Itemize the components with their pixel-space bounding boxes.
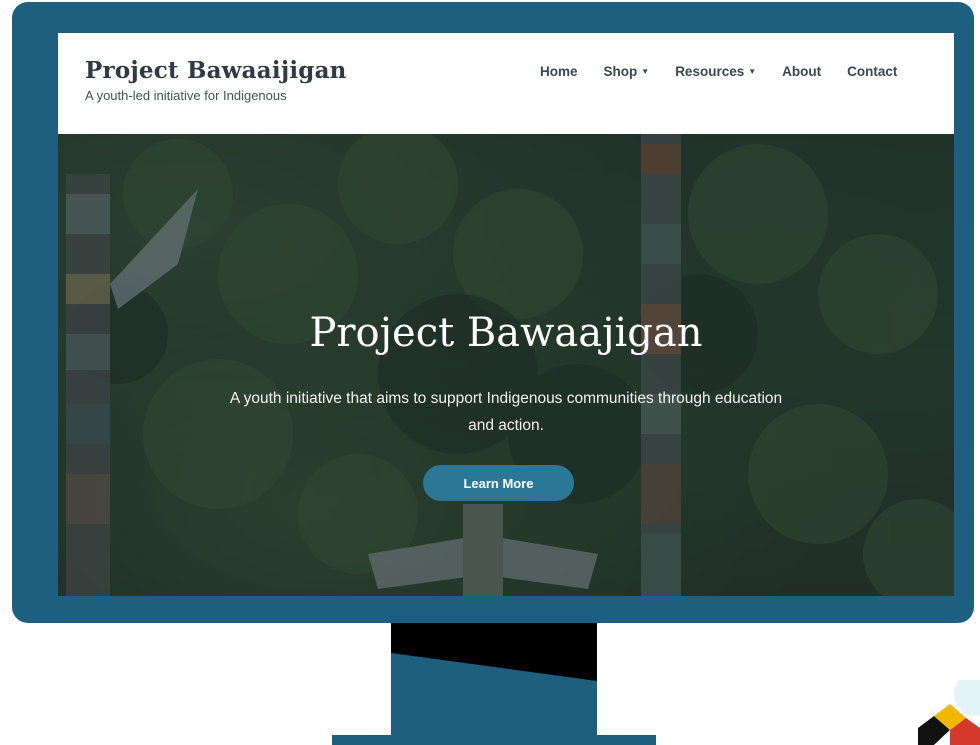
hero-overlay [58,134,954,596]
chevron-down-icon: ▼ [748,66,757,76]
site-title[interactable]: Project Bawaaijigan [85,57,347,84]
nav-shop[interactable]: Shop ▼ [604,64,650,79]
nav-resources[interactable]: Resources ▼ [675,64,756,79]
monitor-frame: Project Bawaaijigan A youth-led initiati… [12,2,974,623]
nav-contact[interactable]: Contact [847,64,897,79]
monitor-stand-neck [391,623,597,735]
nav-about[interactable]: About [782,64,821,79]
browser-screen: Project Bawaaijigan A youth-led initiati… [58,33,954,596]
hero-section: Project Bawaajigan A youth initiative th… [58,134,954,596]
hero-title: Project Bawaajigan [309,310,703,356]
main-nav: Home Shop ▼ Resources ▼ About Contact [540,61,897,81]
medicine-wheel-logo-icon [918,680,980,745]
nav-resources-label: Resources [675,63,745,79]
monitor-stand-base [332,735,656,745]
nav-contact-label: Contact [847,63,898,79]
nav-home-label: Home [540,63,578,79]
nav-home[interactable]: Home [540,64,578,79]
nav-about-label: About [782,63,822,79]
chevron-down-icon: ▼ [641,66,650,76]
site-header: Project Bawaaijigan A youth-led initiati… [58,33,954,134]
nav-shop-label: Shop [603,63,638,79]
hero-subtitle: A youth initiative that aims to support … [229,390,783,434]
site-tagline: A youth-led initiative for Indigenous [85,88,287,103]
learn-more-button[interactable]: Learn More [423,465,574,501]
